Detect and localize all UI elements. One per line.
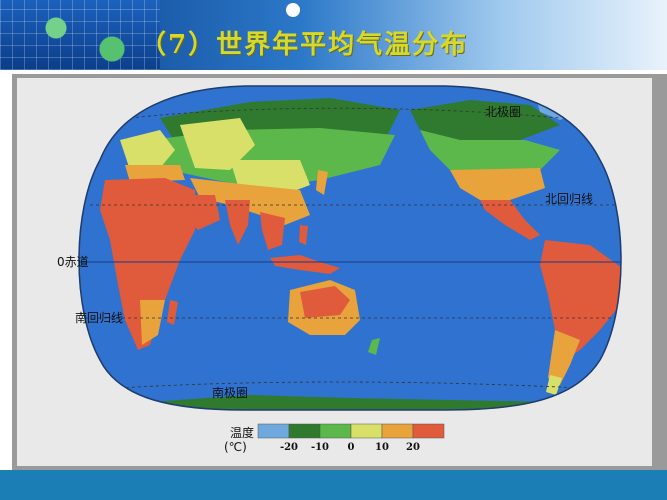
legend-title-line2: (℃) [224, 440, 247, 454]
legend-swatch [381, 423, 414, 439]
legend: 温度 (℃) -20 -10 0 10 20 [224, 423, 445, 454]
world-temperature-map: 北极圈 北回归线 0赤道 南回归线 南极圈 温度 (℃) -20 -10 0 10 20 [57, 85, 622, 454]
antarctic-circle-label: 南极圈 [212, 385, 248, 400]
legend-swatch [288, 423, 321, 439]
legend-tick-label: 0 [348, 442, 355, 453]
legend-swatch [412, 423, 445, 439]
tropic-cancer-label: 北回归线 [545, 192, 593, 206]
equator-label: 0赤道 [57, 255, 89, 269]
arctic-circle-label: 北极圈 [485, 105, 521, 119]
legend-tick-label: -10 [311, 442, 329, 453]
tropic-capricorn-label: 南回归线 [75, 310, 123, 325]
legend-tick-label: 10 [375, 442, 389, 453]
legend-tick-label: 20 [406, 442, 420, 453]
legend-title-line1: 温度 [230, 425, 254, 440]
legend-tick-label: -20 [280, 442, 298, 453]
legend-swatches [257, 423, 445, 439]
legend-swatch [319, 423, 352, 439]
legend-swatch [257, 423, 290, 439]
legend-swatch [350, 423, 383, 439]
legend-ticks: -20 -10 0 10 20 [280, 442, 420, 453]
